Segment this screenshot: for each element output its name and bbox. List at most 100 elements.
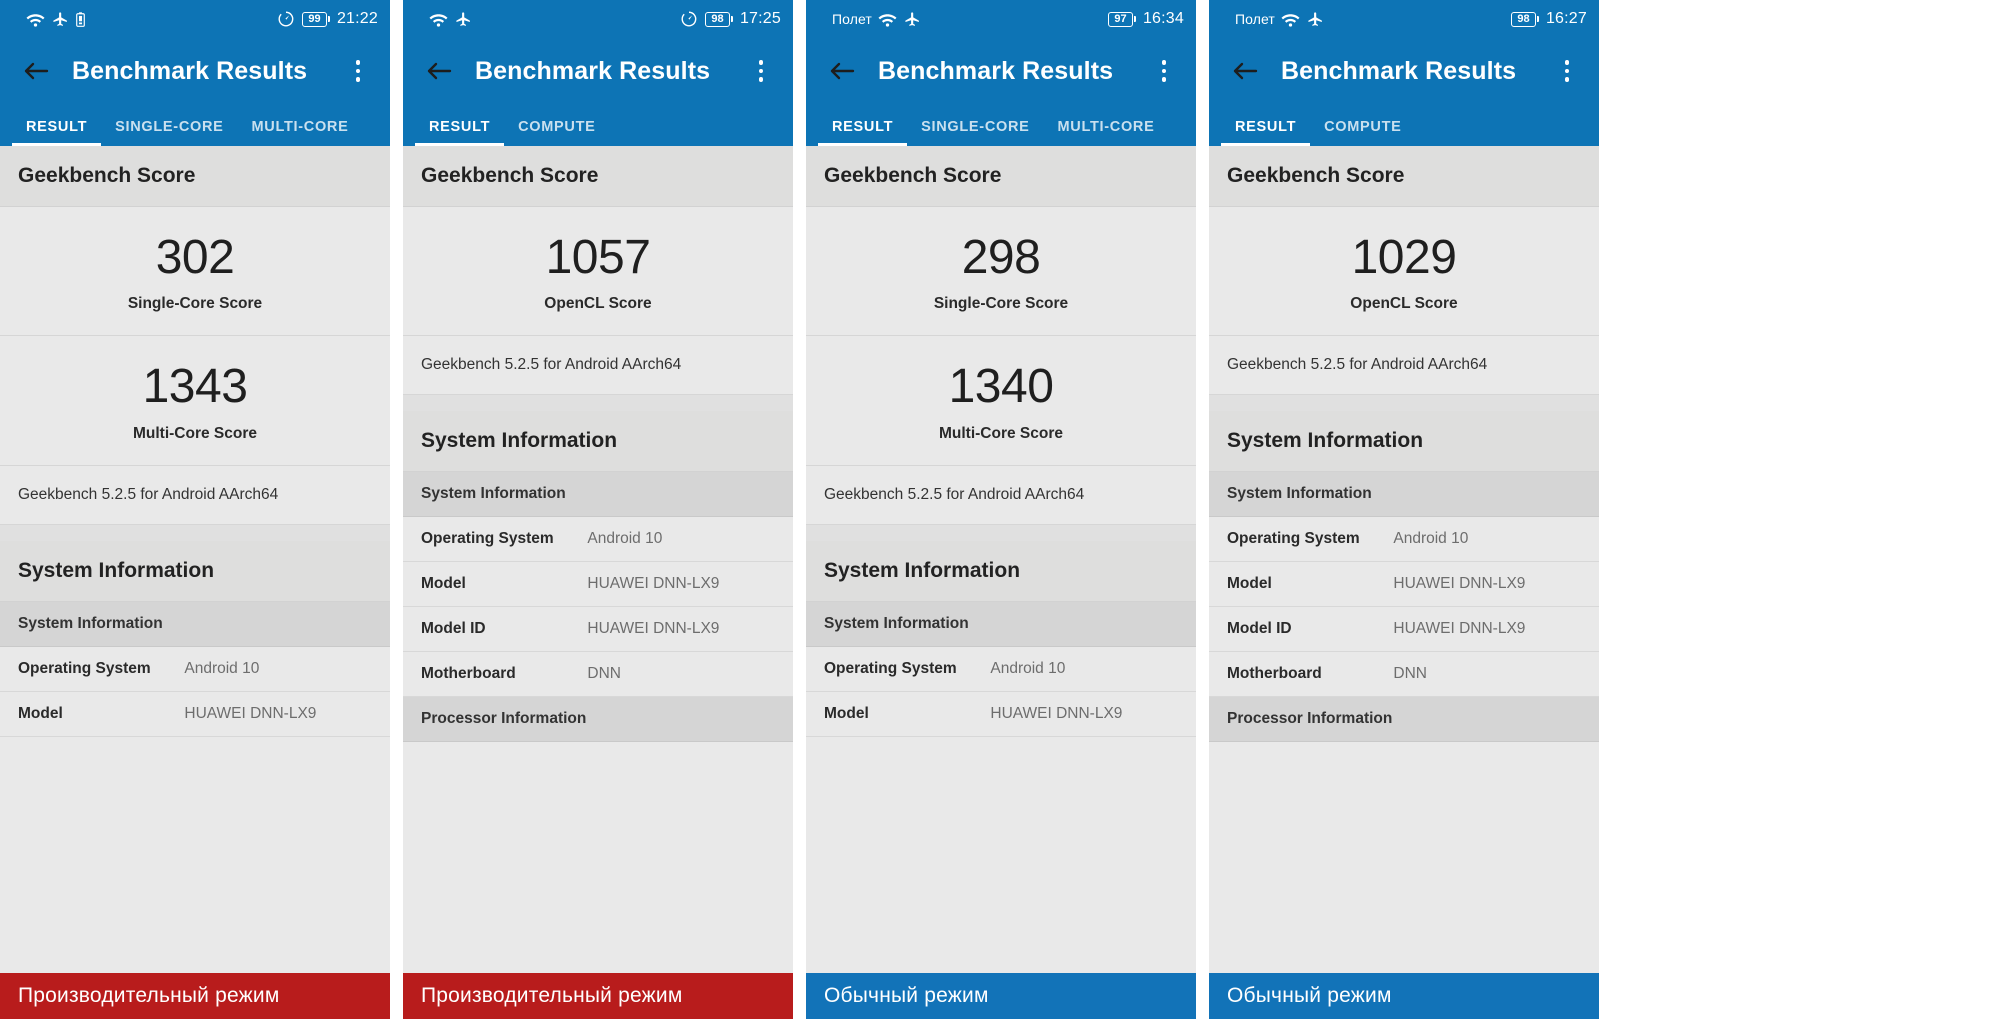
back-button[interactable] — [14, 49, 58, 93]
page-title: Benchmark Results — [878, 56, 1114, 85]
tab-bar: RESULT SINGLE-CORE MULTI-CORE — [0, 104, 390, 146]
score-value: 1343 — [142, 360, 248, 414]
more-vertical-icon-dot — [1564, 77, 1570, 82]
table-row: Model ID HUAWEI DNN-LX9 — [403, 607, 793, 653]
back-button[interactable] — [417, 49, 461, 93]
status-bar-right: 98 17:25 — [680, 10, 781, 28]
score-value: 1340 — [948, 360, 1054, 414]
tab-compute[interactable]: COMPUTE — [1310, 119, 1415, 146]
panel-2: 98 17:25 Benchmark Results RESULT COMPUTE Gee… — [403, 0, 793, 1019]
content-scroll-area[interactable]: Geekbench Score 298 Single-Core Score 1340 M… — [806, 146, 1196, 973]
status-time: 16:34 — [1142, 10, 1184, 27]
geekbench-score-header: Geekbench Score — [0, 146, 390, 207]
arrow-left-icon — [427, 62, 452, 80]
row-key: Model — [1227, 575, 1272, 593]
row-key: Operating System — [1227, 530, 1360, 548]
more-vertical-icon-dot — [355, 60, 361, 65]
mode-banner: Производительный режим — [0, 973, 390, 1019]
row-key: Operating System — [421, 530, 554, 548]
battery-percent: 99 — [301, 11, 327, 27]
tab-multi-core[interactable]: MULTI-CORE — [1044, 119, 1169, 146]
tab-result[interactable]: RESULT — [415, 119, 505, 146]
more-vertical-icon-dot — [758, 68, 764, 74]
row-value: HUAWEI DNN-LX9 — [184, 704, 317, 722]
row-value: HUAWEI DNN-LX9 — [587, 620, 720, 638]
content-scroll-area[interactable]: Geekbench Score 1029 OpenCL Score Geekbench… — [1209, 146, 1599, 973]
status-bar-left: Полет — [1221, 11, 1511, 28]
more-vertical-icon-dot — [1564, 68, 1570, 74]
overflow-menu-button[interactable] — [1549, 49, 1585, 93]
wifi-icon — [429, 12, 448, 27]
section-spacer — [1209, 395, 1599, 412]
back-button[interactable] — [1223, 49, 1267, 93]
mode-banner: Производительный режим — [403, 973, 793, 1019]
arrow-left-icon — [24, 62, 49, 80]
app-version-row: Geekbench 5.2.5 for Android AArch64 — [403, 335, 793, 396]
row-value: HUAWEI DNN-LX9 — [1393, 575, 1526, 593]
wifi-icon — [878, 12, 897, 27]
table-row: Motherboard DNN — [1209, 652, 1599, 698]
panel-divider — [390, 0, 403, 1019]
tab-single-core[interactable]: SINGLE-CORE — [101, 119, 237, 146]
score-value: 1057 — [545, 231, 651, 284]
battery-icon: 97 — [1107, 11, 1136, 27]
table-row: Operating System Android 10 — [0, 646, 390, 692]
score-block: 1343 Multi-Core Score — [0, 336, 390, 465]
overflow-menu-button[interactable] — [1146, 49, 1182, 93]
status-bar-left — [415, 11, 680, 28]
score-value: 302 — [155, 231, 235, 284]
app-version-row: Geekbench 5.2.5 for Android AArch64 — [806, 464, 1196, 525]
tab-compute[interactable]: COMPUTE — [504, 119, 609, 146]
geekbench-score-header: Geekbench Score — [806, 146, 1196, 207]
arrow-left-icon — [1233, 62, 1258, 80]
tab-result[interactable]: RESULT — [818, 119, 908, 146]
geekbench-score-header: Geekbench Score — [403, 146, 793, 207]
back-button[interactable] — [820, 49, 864, 93]
airplane-mode-icon — [51, 11, 70, 28]
overflow-menu-button[interactable] — [743, 49, 779, 93]
status-bar-left: Полет — [818, 11, 1108, 28]
overflow-menu-button[interactable] — [340, 49, 376, 93]
table-row: Model HUAWEI DNN-LX9 — [1209, 562, 1599, 608]
more-vertical-icon-dot — [355, 68, 361, 74]
score-block: 298 Single-Core Score — [806, 207, 1196, 337]
score-value: 1029 — [1351, 231, 1457, 284]
row-key: Motherboard — [421, 665, 516, 683]
arrow-left-icon — [830, 62, 855, 80]
tab-bar: RESULT COMPUTE — [1209, 104, 1599, 146]
content-scroll-area[interactable]: Geekbench Score 1057 OpenCL Score Geekbench… — [403, 146, 793, 973]
content-scroll-area[interactable]: Geekbench Score 302 Single-Core Score 1343 M… — [0, 146, 390, 973]
tab-result[interactable]: RESULT — [12, 119, 102, 146]
row-value: Android 10 — [990, 659, 1066, 677]
more-vertical-icon-dot — [1564, 60, 1570, 65]
battery-tip — [730, 16, 733, 22]
panel-divider — [793, 0, 806, 1019]
panel-4: Полет 98 16:27 Benchmark Results RESULT COMPU… — [1209, 0, 1599, 1019]
system-information-subheader: System Information — [0, 601, 390, 647]
speedometer-icon — [277, 10, 295, 28]
score-block: 1057 OpenCL Score — [403, 207, 793, 336]
row-value: Android 10 — [184, 659, 260, 677]
airplane-mode-icon — [454, 11, 473, 28]
wifi-icon — [26, 12, 45, 27]
score-block: 1340 Multi-Core Score — [806, 336, 1196, 465]
battery-tip — [327, 16, 330, 22]
system-information-subheader: System Information — [1209, 472, 1599, 518]
tab-multi-core[interactable]: MULTI-CORE — [238, 119, 363, 146]
row-key: Motherboard — [1227, 665, 1322, 683]
tab-result[interactable]: RESULT — [1221, 119, 1311, 146]
system-information-header: System Information — [403, 411, 793, 473]
system-information-subheader: System Information — [806, 601, 1196, 647]
tab-single-core[interactable]: SINGLE-CORE — [907, 119, 1043, 146]
section-spacer — [0, 524, 390, 541]
table-row: Operating System Android 10 — [806, 646, 1196, 692]
battery-icon: 98 — [704, 11, 733, 27]
row-value: HUAWEI DNN-LX9 — [587, 575, 720, 593]
panel-3: Полет 97 16:34 Benchmark Results RESULT SINGL… — [806, 0, 1196, 1019]
airplane-mode-icon — [1306, 11, 1325, 28]
row-value: HUAWEI DNN-LX9 — [990, 704, 1123, 722]
app-version-row: Geekbench 5.2.5 for Android AArch64 — [0, 464, 390, 525]
more-vertical-icon-dot — [758, 77, 764, 82]
row-value: Android 10 — [1393, 530, 1469, 548]
status-bar: Полет 98 16:27 — [1209, 0, 1599, 38]
